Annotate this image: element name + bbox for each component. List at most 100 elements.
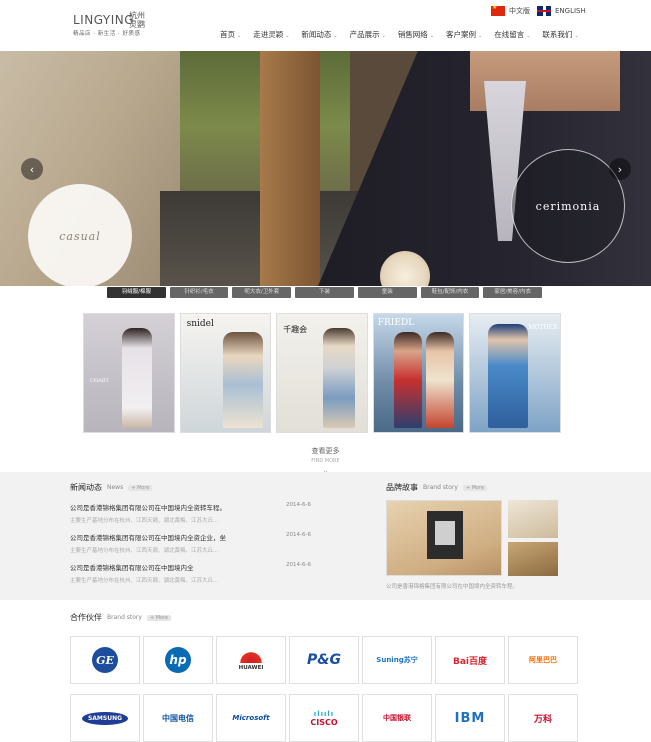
nav-item-about[interactable]: 走进灵颖 ⌄ xyxy=(253,29,289,40)
chevron-down-icon: ⌄ xyxy=(574,33,579,39)
partner-logo-baidu[interactable]: Bai百度 xyxy=(435,636,505,684)
china-flag-icon xyxy=(491,4,505,16)
partner-logo-ge[interactable]: GE xyxy=(70,636,140,684)
chevron-down-icon: ⌄ xyxy=(429,33,435,39)
news-title-en: News xyxy=(107,484,124,491)
partner-logo-pg[interactable]: P&G xyxy=(289,636,359,684)
brand-caption: 公司是香港锦格集团有限公司在中国境内全资转车程。 xyxy=(386,584,519,590)
brand-tag-image[interactable] xyxy=(508,542,558,576)
huawei-petal-icon xyxy=(240,649,262,663)
news-item[interactable]: 公司是香港锦格集团有限公司在中国境内全资企业，坐 2014-6-6 主要生产基地… xyxy=(70,532,320,554)
model-figure xyxy=(425,332,454,428)
partner-logo-unionpay[interactable]: 中国银联 xyxy=(362,694,432,742)
partner-logo-microsoft[interactable]: Microsoft xyxy=(216,694,286,742)
news-heading: 新闻动态 News + More xyxy=(70,482,153,493)
hero-banner[interactable]: casual cerimonia ‹ › xyxy=(0,51,651,286)
banner-next-button[interactable]: › xyxy=(609,158,631,180)
model-figure xyxy=(488,324,529,428)
nav-item-message[interactable]: 在线留言 ⌄ xyxy=(494,29,530,40)
tab-coat[interactable]: 呢大衣/卫外套 xyxy=(232,287,292,298)
nav-item-sales[interactable]: 销售网络 ⌄ xyxy=(398,29,434,40)
news-item[interactable]: 公司是香港锦格集团有限公司在中国境内全 2014-6-6 主要生产基地分布在杭州… xyxy=(70,562,320,584)
partner-logo-chinatelecom[interactable]: 中国电信 xyxy=(143,694,213,742)
partner-logo-huawei[interactable]: HUAWEI xyxy=(216,636,286,684)
tab-home[interactable]: 家居/美容/内衣 xyxy=(483,287,543,298)
tab-knitwear[interactable]: 针织衫/毛衣 xyxy=(169,287,229,298)
nav-item-cases[interactable]: 客户案例 ⌄ xyxy=(446,29,482,40)
tab-kids[interactable]: 童装 xyxy=(357,287,417,298)
view-more-sub: FIND MORE xyxy=(311,458,340,464)
category-tabs: 羽绒服/棉服 针织衫/毛衣 呢大衣/卫外套 下装 童装 鞋包/配饰/内衣 家居/… xyxy=(107,287,543,298)
product-brand: MOTHER xyxy=(528,324,558,331)
brand-story-image[interactable] xyxy=(386,500,502,576)
news-item-date: 2014-6-6 xyxy=(286,532,311,538)
nav-item-contact[interactable]: 联系我们 ⌄ xyxy=(542,29,578,40)
partners-heading: 合作伙伴 Brand story + More xyxy=(70,612,172,623)
partner-logo-ibm[interactable]: IBM xyxy=(435,694,505,742)
product-card[interactable]: 千趣会 xyxy=(276,313,368,433)
partners-title: 合作伙伴 xyxy=(70,613,102,622)
brand-title: 品牌故事 xyxy=(386,483,418,492)
partner-logo-suning[interactable]: Suning苏宁 xyxy=(362,636,432,684)
logo-text[interactable]: LINGYING xyxy=(73,13,134,27)
cisco-logo-icon: ılıılı CISCO xyxy=(310,709,338,727)
chevron-down-icon: ⌄ xyxy=(285,33,290,39)
tab-bottoms[interactable]: 下装 xyxy=(295,287,354,298)
casual-badge: casual xyxy=(28,184,132,286)
news-item-title[interactable]: 公司是香港锦格集团有限公司在中国境内全资企业，坐 xyxy=(70,532,320,542)
logo-chinese[interactable]: 杭州灵鹦 xyxy=(129,11,145,29)
cisco-bars-icon: ılıılı xyxy=(313,709,335,718)
partners-title-en: Brand story xyxy=(107,614,142,621)
nav-item-products[interactable]: 产品展示 ⌄ xyxy=(350,29,386,40)
view-more[interactable]: 查看更多 FIND MORE ⌄ xyxy=(0,446,651,475)
product-card[interactable]: MOTHER xyxy=(469,313,561,433)
partner-logo-vanke[interactable]: 万科 xyxy=(508,694,578,742)
model-figure xyxy=(323,328,356,428)
nav-item-news[interactable]: 新闻动态 ⌄ xyxy=(301,29,337,40)
product-card[interactable]: snidel xyxy=(179,313,272,433)
brand-tag-image[interactable] xyxy=(508,500,558,538)
pg-logo-icon: P&G xyxy=(307,652,341,668)
model-figure xyxy=(122,328,152,428)
lang-en-label: ENGLISH xyxy=(555,7,586,15)
chinatelecom-logo-icon: 中国电信 xyxy=(162,713,194,723)
news-item-title[interactable]: 公司是香港锦格集团有限公司在中国境内全 xyxy=(70,562,320,572)
product-brand: 千趣会 xyxy=(283,325,308,334)
news-item-title[interactable]: 公司是香港锦格集团有限公司在中国境内全资转车程。 xyxy=(70,502,320,512)
brand-title-en: Brand story xyxy=(423,484,458,491)
product-brand: CHART xyxy=(90,378,109,384)
nav-item-home[interactable]: 首页 ⌄ xyxy=(220,29,241,40)
news-item-date: 2014-6-6 xyxy=(286,562,311,568)
lang-switch-en[interactable]: ENGLISH xyxy=(537,6,586,16)
chevron-down-icon: ⌄ xyxy=(333,33,338,39)
banner-prev-button[interactable]: ‹ xyxy=(21,158,43,180)
news-item-summary: 主要生产基地分布在杭州、江西天赣、湖北黄梅、江苏大丘... xyxy=(70,578,219,584)
news-item-summary: 主要生产基地分布在杭州、江西天赣、湖北黄梅、江苏大丘... xyxy=(70,548,219,554)
partner-logo-hp[interactable]: hp xyxy=(143,636,213,684)
partner-logo-samsung[interactable]: SAMSUNG xyxy=(70,694,140,742)
news-title: 新闻动态 xyxy=(70,483,102,492)
vanke-logo-icon: 万科 xyxy=(533,714,552,725)
partner-logo-alibaba[interactable]: 阿里巴巴 xyxy=(508,636,578,684)
product-card[interactable]: CHART xyxy=(83,313,175,433)
baidu-logo-icon: Bai百度 xyxy=(452,656,488,667)
lang-switch-cn[interactable]: 中文版 xyxy=(491,4,530,16)
product-card[interactable]: FRIEDL xyxy=(372,313,465,433)
site-header: LINGYING 杭州灵鹦 精品店 · 新生活 · 好质感 中文版 ENGLIS… xyxy=(0,0,651,50)
partner-logo-cisco[interactable]: ılıılı CISCO xyxy=(289,694,359,742)
view-more-label: 查看更多 xyxy=(311,447,340,455)
main-nav: 首页 ⌄ 走进灵颖 ⌄ 新闻动态 ⌄ 产品展示 ⌄ 销售网络 ⌄ 客户案例 ⌄ 在线留言 ⌄ … xyxy=(220,29,591,40)
ge-logo-icon: GE xyxy=(92,647,118,673)
partners-more-link[interactable]: + More xyxy=(146,614,172,621)
brand-more-link[interactable]: + More xyxy=(462,484,488,491)
news-more-link[interactable]: + More xyxy=(128,484,153,491)
news-item-summary: 主要生产基地分布在杭州、江西天赣、湖北黄梅、江苏大丘... xyxy=(70,518,219,524)
tab-down-jacket[interactable]: 羽绒服/棉服 xyxy=(107,287,166,298)
alibaba-logo-icon: 阿里巴巴 xyxy=(529,656,557,664)
product-brand: snidel xyxy=(186,319,214,329)
news-item[interactable]: 公司是香港锦格集团有限公司在中国境内全资转车程。 2014-6-6 主要生产基地… xyxy=(70,502,320,524)
product-brand: FRIEDL xyxy=(377,318,415,328)
brand-card-image xyxy=(427,511,463,559)
tab-accessories[interactable]: 鞋包/配饰/内衣 xyxy=(420,287,480,298)
lang-cn-label: 中文版 xyxy=(509,7,530,15)
